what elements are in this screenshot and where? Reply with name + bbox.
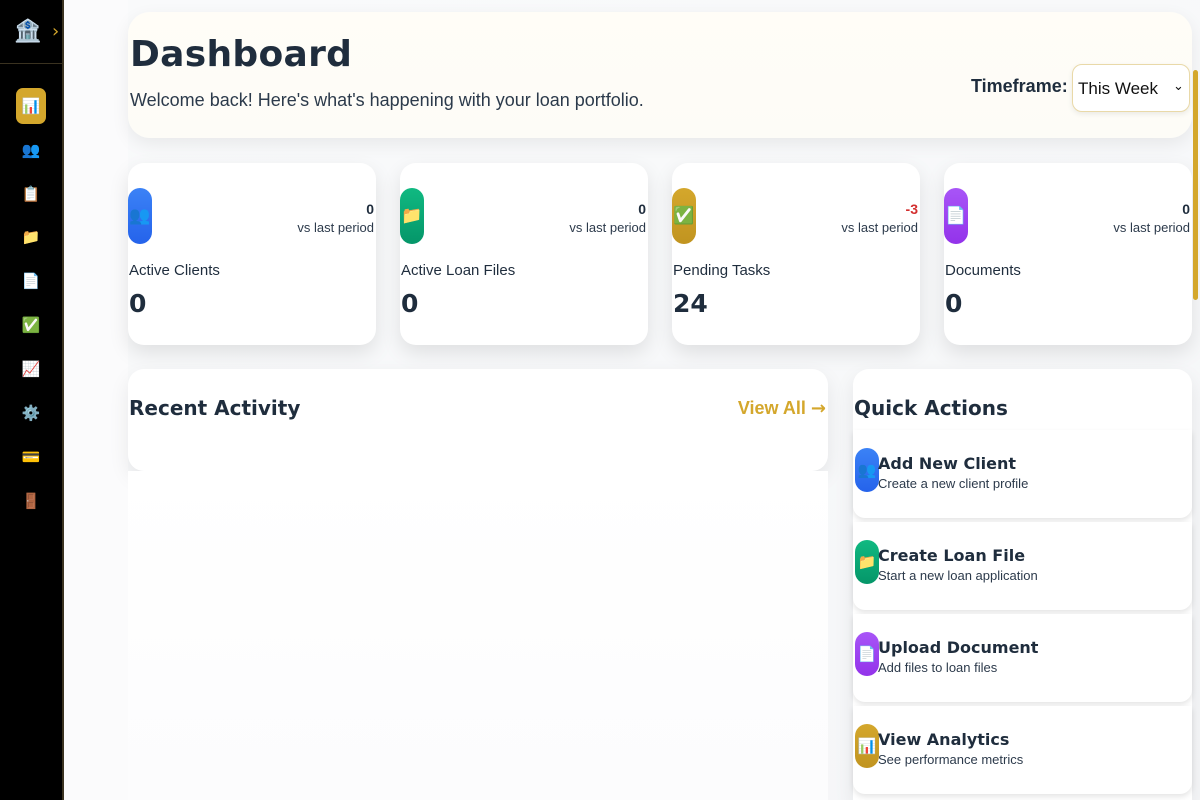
stat-value: 0 — [129, 289, 147, 318]
stat-card-pending-tasks[interactable]: ✅ -3 vs last period Pending Tasks 24 — [672, 163, 920, 345]
stat-card-documents[interactable]: 📄 0 vs last period Documents 0 — [944, 163, 1192, 345]
stat-change-note: vs last period — [841, 220, 918, 235]
quick-action-description: See performance metrics — [878, 752, 1024, 767]
quick-action-title: Upload Document — [878, 638, 1039, 657]
main-content: Dashboard Welcome back! Here's what's ha… — [128, 0, 1200, 800]
check-icon: ✅ — [672, 188, 696, 244]
sidebar-item-loan-files[interactable]: 📁 — [16, 222, 46, 252]
quick-action-description: Create a new client profile — [878, 476, 1029, 491]
quick-action-view-analytics[interactable]: 📊 View Analytics See performance metrics — [853, 706, 1192, 794]
sidebar-item-billing[interactable]: 💳 — [16, 442, 46, 472]
quick-action-description: Add files to loan files — [878, 660, 998, 675]
recent-activity-title: Recent Activity — [129, 396, 301, 420]
sidebar-item-settings[interactable]: ⚙️ — [16, 398, 46, 428]
chevron-down-icon: ⌄ — [1173, 79, 1184, 94]
stat-label: Active Clients — [129, 262, 220, 279]
quick-action-create-loan-file[interactable]: 📁 Create Loan File Start a new loan appl… — [853, 522, 1192, 610]
page-scrollbar-thumb[interactable] — [1193, 70, 1198, 300]
bank-icon[interactable]: 🏦 — [14, 18, 42, 46]
quick-action-title: Add New Client — [878, 454, 1017, 473]
document-icon: 📄 — [855, 632, 879, 676]
recent-activity-list — [128, 471, 828, 800]
sidebar: 🏦 › 📊 👥 📋 📁 📄 ✅ 📈 ⚙️ 💳 🚪 — [0, 0, 64, 800]
stat-change-note: vs last period — [297, 220, 374, 235]
sidebar-item-logout[interactable]: 🚪 — [16, 486, 46, 516]
stat-card-active-clients[interactable]: 👥 0 vs last period Active Clients 0 — [128, 163, 376, 345]
content-gutter — [64, 0, 128, 800]
stat-value: 0 — [945, 289, 963, 318]
expand-sidebar-icon[interactable]: › — [52, 20, 64, 44]
sidebar-item-approvals[interactable]: ✅ — [16, 310, 46, 340]
quick-actions-panel: Quick Actions 👥 Add New Client Create a … — [853, 369, 1192, 800]
stat-value: 0 — [401, 289, 419, 318]
stat-label: Documents — [945, 262, 1021, 279]
stat-value: 24 — [673, 289, 708, 318]
bar-chart-icon: 📊 — [855, 724, 879, 768]
document-icon: 📄 — [944, 188, 968, 244]
stat-change-note: vs last period — [569, 220, 646, 235]
quick-action-description: Start a new loan application — [878, 568, 1038, 583]
stat-change: 0 — [1182, 201, 1190, 217]
sidebar-item-clients[interactable]: 👥 — [16, 135, 46, 165]
sidebar-item-tasks[interactable]: 📋 — [16, 179, 46, 209]
timeframe-label: Timeframe: — [971, 76, 1068, 96]
arrow-right-icon: → — [810, 398, 826, 419]
view-all-link[interactable]: View All → — [738, 398, 826, 419]
quick-action-title: View Analytics — [878, 730, 1010, 749]
stat-change: -3 — [905, 201, 918, 217]
stat-change: 0 — [366, 201, 374, 217]
stat-change-note: vs last period — [1113, 220, 1190, 235]
quick-actions-title: Quick Actions — [854, 396, 1008, 420]
dashboard-header: Dashboard Welcome back! Here's what's ha… — [128, 12, 1192, 138]
folder-icon: 📁 — [400, 188, 424, 244]
recent-activity-card: Recent Activity View All → — [128, 369, 828, 471]
quick-action-add-client[interactable]: 👥 Add New Client Create a new client pro… — [853, 430, 1192, 518]
view-all-label: View All — [737, 398, 806, 418]
stat-label: Pending Tasks — [673, 262, 771, 279]
sidebar-item-documents[interactable]: 📄 — [16, 266, 46, 296]
sidebar-item-dashboard[interactable]: 📊 — [16, 88, 46, 124]
folder-icon: 📁 — [855, 540, 879, 584]
stat-card-active-loan-files[interactable]: 📁 0 vs last period Active Loan Files 0 — [400, 163, 648, 345]
timeframe-select[interactable]: This Week ⌄ — [1072, 64, 1190, 112]
sidebar-item-analytics[interactable]: 📈 — [16, 354, 46, 384]
quick-action-title: Create Loan File — [878, 546, 1026, 565]
timeframe-selected-value: This Week — [1078, 79, 1158, 98]
users-icon: 👥 — [855, 448, 879, 492]
users-icon: 👥 — [128, 188, 152, 244]
page-title: Dashboard — [130, 34, 353, 75]
sidebar-brand: 🏦 › — [0, 0, 62, 64]
quick-action-upload-document[interactable]: 📄 Upload Document Add files to loan file… — [853, 614, 1192, 702]
stat-change: 0 — [638, 201, 646, 217]
page-subtitle: Welcome back! Here's what's happening wi… — [130, 90, 644, 110]
stat-label: Active Loan Files — [401, 262, 516, 279]
